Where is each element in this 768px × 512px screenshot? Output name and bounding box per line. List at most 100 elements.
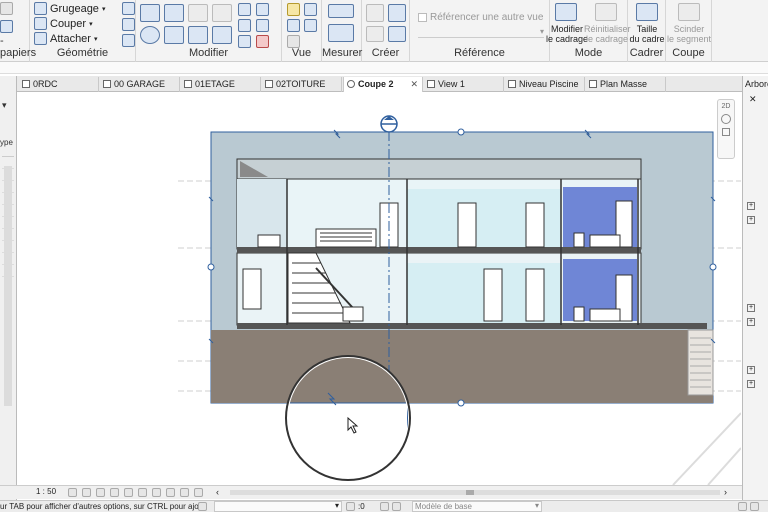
drawing-area[interactable]: 2D — [18, 93, 741, 485]
reference-view-select[interactable]: ▾ — [418, 27, 544, 38]
close-tab-icon[interactable]: ✕ — [410, 79, 418, 90]
visual-style-icon[interactable] — [82, 488, 91, 497]
offset-icon[interactable] — [164, 4, 184, 22]
ribbon: -papiers Grugeage ▾ Couper ▾ Attacher ▾ … — [0, 0, 768, 62]
tab-0rdc[interactable]: 0RDC — [19, 77, 99, 92]
show-crop-icon[interactable] — [138, 488, 147, 497]
tab-02toiture[interactable]: 02TOITURE — [262, 77, 342, 92]
close-browser-icon[interactable]: ✕ — [749, 94, 757, 105]
crop-size-label-2: du cadre — [629, 34, 665, 44]
editable-only-icon[interactable] — [198, 502, 207, 511]
workset-select[interactable]: ▾ — [214, 501, 342, 512]
cut-icon[interactable] — [0, 20, 13, 33]
tree-expand-icon[interactable]: + — [747, 318, 755, 326]
properties-scrollbar[interactable] — [4, 166, 12, 406]
lock-view-icon[interactable] — [152, 488, 161, 497]
tab-plan-masse[interactable]: Plan Masse — [586, 77, 666, 92]
tree-expand-icon[interactable]: + — [747, 304, 755, 312]
tree-expand-icon[interactable]: + — [747, 216, 755, 224]
steering-wheel-icon[interactable] — [721, 114, 731, 124]
pin-icon[interactable] — [256, 3, 269, 16]
tree-expand-icon[interactable]: + — [747, 366, 755, 374]
selection-count: :0 — [358, 502, 365, 511]
shadows-icon[interactable] — [110, 488, 119, 497]
crop-group-title: Cadrer — [629, 47, 664, 59]
sun-path-icon[interactable] — [96, 488, 105, 497]
reset-crop-button[interactable]: Réinitialiser le cadrage — [584, 0, 631, 48]
scale-label[interactable]: 1 : 50 — [36, 487, 56, 496]
select-pinned-icon[interactable] — [750, 502, 759, 511]
edit-crop-button[interactable]: Modifier le cadrage — [546, 0, 588, 48]
reference-checkbox[interactable] — [418, 13, 427, 22]
tab-00-garage[interactable]: 00 GARAGE — [100, 77, 180, 92]
reveal-hidden-icon[interactable] — [180, 488, 189, 497]
array-icon[interactable] — [238, 19, 251, 32]
status-bar: ur TAB pour afficher d'autres options, s… — [0, 500, 768, 512]
mirror-axis-icon[interactable] — [188, 4, 208, 22]
mirror-draw-icon[interactable] — [212, 4, 232, 22]
paint-brush-icon[interactable] — [304, 19, 317, 32]
tab-01etage[interactable]: 01ETAGE — [181, 77, 261, 92]
status-hint: ur TAB pour afficher d'autres options, s… — [0, 502, 206, 511]
scroll-right-icon[interactable]: › — [724, 487, 727, 497]
select-links-icon[interactable] — [738, 502, 747, 511]
split-face-icon[interactable] — [122, 18, 135, 31]
tab-view-1[interactable]: View 1 — [424, 77, 504, 92]
split-segment-button[interactable]: Scinder le segment — [666, 0, 712, 48]
tab-niveau-piscine[interactable]: Niveau Piscine — [505, 77, 585, 92]
tree-expand-icon[interactable]: + — [747, 380, 755, 388]
chevron-down-icon: ▾ — [89, 20, 93, 28]
wall-join-icon[interactable] — [122, 2, 135, 15]
railing — [315, 228, 377, 248]
unpin-icon[interactable] — [256, 19, 269, 32]
crop-group: Taille du cadre Cadrer — [628, 0, 666, 62]
join-button[interactable]: Attacher ▾ — [34, 32, 97, 45]
trim-extend-icon[interactable] — [212, 26, 232, 44]
furniture — [589, 308, 621, 322]
rotate-icon[interactable] — [188, 26, 208, 44]
measure-icon[interactable] — [328, 4, 354, 18]
horizontal-scrollbar[interactable] — [230, 490, 720, 495]
tab-coupe-2[interactable]: Coupe 2 ✕ — [343, 77, 423, 92]
trim-label: Grugeage — [50, 2, 99, 15]
create-similar-icon[interactable] — [388, 26, 406, 42]
paste-icon[interactable] — [0, 2, 13, 15]
hide-element-icon[interactable] — [287, 3, 300, 16]
collapse-icon[interactable]: ▾ — [2, 100, 7, 111]
hide-isolate-icon[interactable] — [166, 488, 175, 497]
design-options-icon[interactable] — [380, 502, 389, 511]
crop-view-icon[interactable] — [124, 488, 133, 497]
create-group-icon[interactable] — [366, 26, 384, 42]
filter-icon[interactable] — [346, 502, 355, 511]
align-icon[interactable] — [140, 4, 160, 22]
detail-level-icon[interactable] — [68, 488, 77, 497]
trim-button[interactable]: Grugeage ▾ — [34, 2, 105, 15]
navigation-bar: 2D — [717, 99, 735, 159]
paint-icon[interactable] — [122, 34, 135, 47]
copy-icon[interactable] — [164, 26, 184, 44]
tab-label: 02TOITURE — [276, 79, 326, 89]
split-icon[interactable] — [238, 3, 251, 16]
scroll-left-icon[interactable]: ‹ — [216, 487, 219, 497]
view-cube-2d-label[interactable]: 2D — [718, 103, 734, 110]
tree-expand-icon[interactable]: + — [747, 202, 755, 210]
move-icon[interactable] — [140, 26, 160, 44]
project-browser: Arbore ✕ + + + + + + — [742, 76, 768, 500]
toilet-lower — [573, 306, 585, 322]
ground-slab — [237, 323, 707, 329]
zoom-icon[interactable] — [722, 128, 730, 136]
section-head[interactable] — [380, 115, 398, 133]
create-part-icon[interactable] — [366, 4, 384, 22]
crop-size-button[interactable]: Taille du cadre — [628, 0, 666, 48]
active-option-icon[interactable] — [392, 502, 401, 511]
temp-properties-icon[interactable] — [194, 488, 203, 497]
view-option-icon[interactable] — [304, 3, 317, 16]
override-graphics-icon[interactable] — [287, 19, 300, 32]
dimension-icon[interactable] — [328, 24, 354, 42]
chevron-down-icon: ▾ — [101, 5, 106, 13]
trim-icon — [34, 2, 47, 15]
create-assembly-icon[interactable] — [388, 4, 406, 22]
cut-geometry-button[interactable]: Couper ▾ — [34, 17, 93, 30]
design-option-select[interactable]: Modèle de base ▾ — [412, 501, 542, 512]
design-option-value: Modèle de base — [415, 502, 472, 511]
